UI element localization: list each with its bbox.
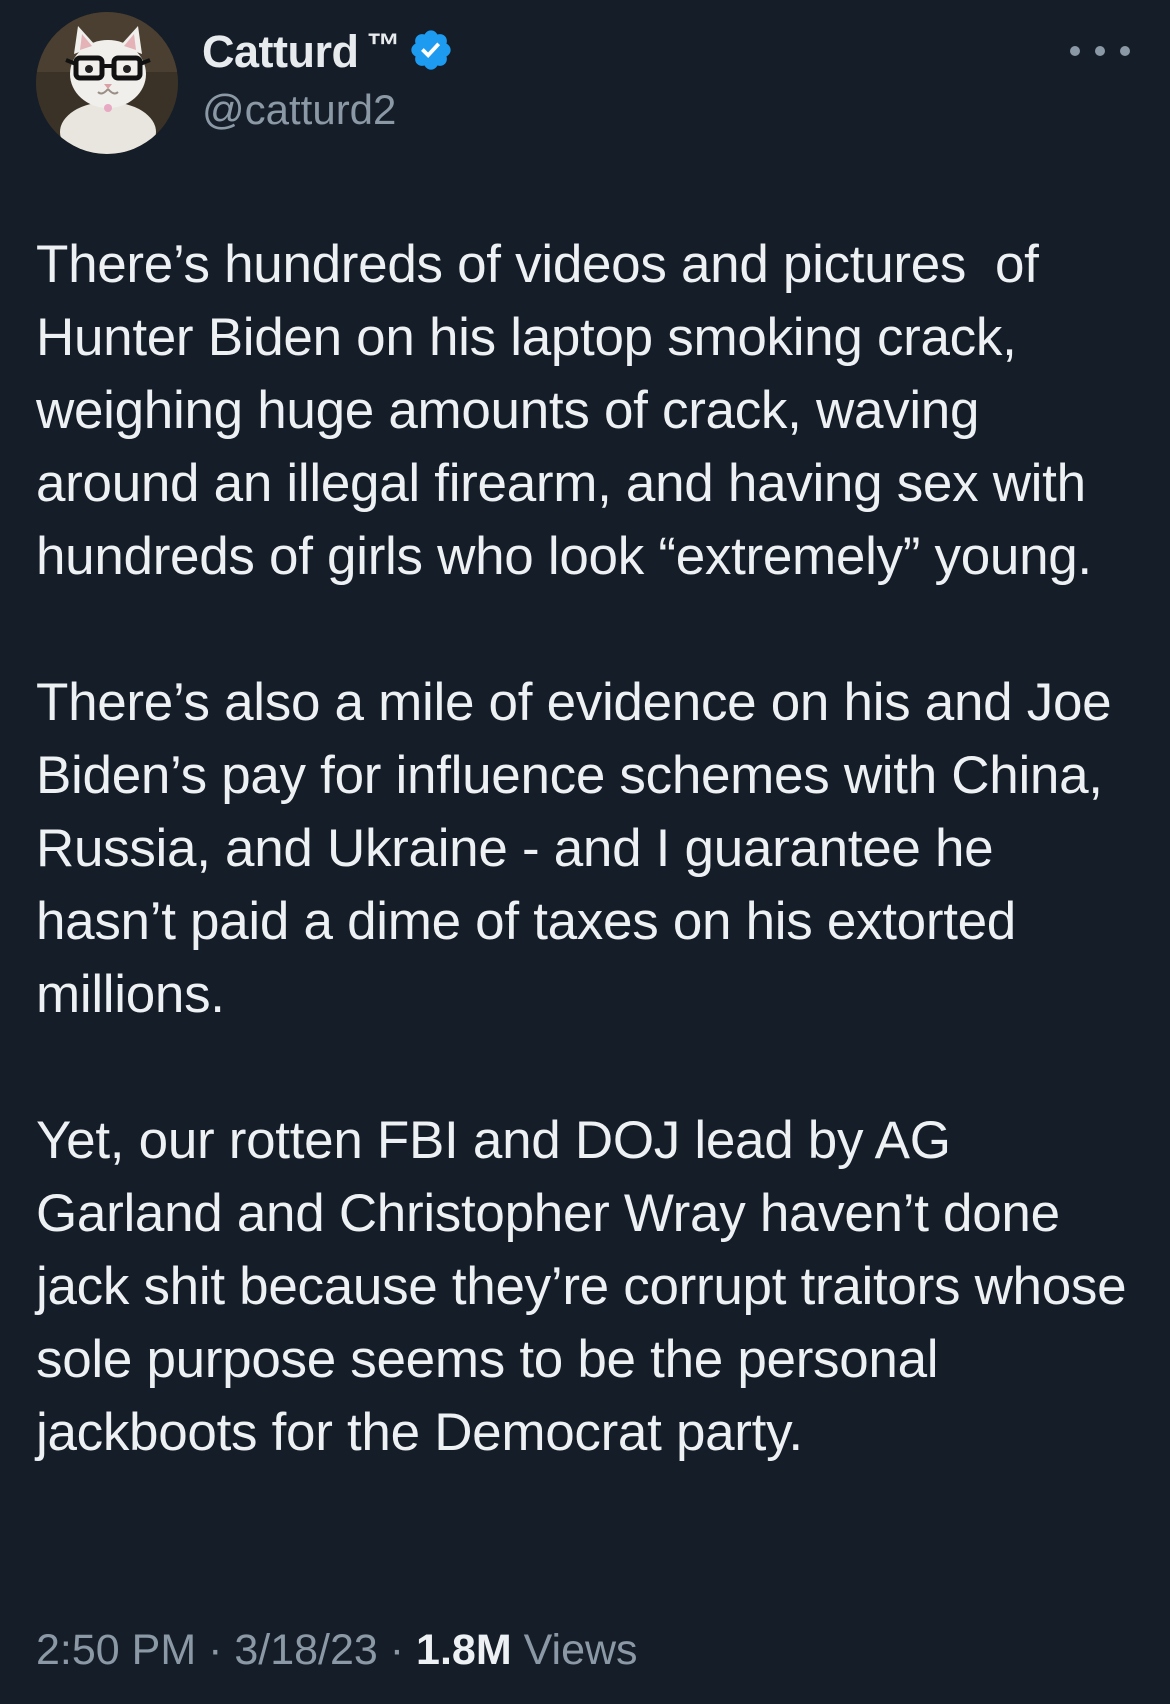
more-dot	[1095, 46, 1105, 56]
author-name-row[interactable]: Catturd ™	[202, 24, 454, 80]
tweet-paragraph: There’s hundreds of videos and pictures …	[36, 235, 1101, 586]
views-count: 1.8M	[416, 1626, 512, 1674]
verified-badge-icon	[411, 30, 452, 70]
tweet-card: Catturd ™ @catturd2 There’s hundreds of …	[0, 0, 1170, 1704]
tweet-paragraph: Yet, our rotten FBI and DOJ lead by AG G…	[36, 1111, 1141, 1462]
avatar[interactable]	[36, 12, 178, 154]
tweet-time[interactable]: 2:50 PM	[36, 1626, 196, 1674]
tweet-metadata: 2:50 PM · 3/18/23 · 1.8M Views	[36, 1626, 638, 1675]
meta-separator: ·	[196, 1626, 235, 1674]
author-handle[interactable]: @catturd2	[202, 86, 396, 134]
cat-avatar-image	[36, 12, 178, 154]
author-display-name[interactable]: Catturd	[202, 26, 359, 78]
tweet-paragraph: There’s also a mile of evidence on his a…	[36, 673, 1126, 1024]
tweet-text: There’s hundreds of videos and pictures …	[36, 228, 1146, 1469]
tweet-date[interactable]: 3/18/23	[234, 1626, 377, 1674]
trademark-symbol: ™	[366, 26, 401, 65]
more-options-icon[interactable]	[1070, 38, 1130, 64]
views-label: Views	[523, 1626, 638, 1674]
meta-separator: ·	[377, 1626, 417, 1674]
more-dot	[1070, 46, 1080, 56]
more-dot	[1120, 46, 1130, 56]
